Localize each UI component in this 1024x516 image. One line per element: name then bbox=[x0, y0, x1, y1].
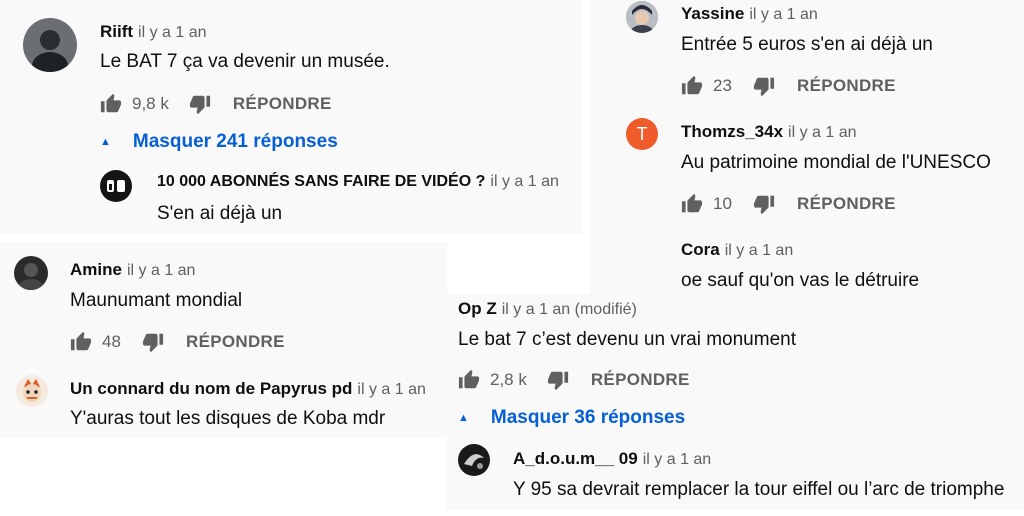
comment-author[interactable]: Amine il y a 1 an bbox=[70, 260, 195, 280]
comment-text: Maunumant mondial bbox=[70, 290, 243, 311]
reply-button[interactable]: RÉPONDRE bbox=[797, 76, 896, 96]
avatar[interactable] bbox=[23, 18, 77, 72]
thumb-up-icon[interactable] bbox=[100, 93, 122, 115]
comment-actions: 48 RÉPONDRE bbox=[70, 330, 285, 354]
comment-time[interactable]: il y a 1 an bbox=[643, 451, 711, 468]
toggle-label: Masquer 241 réponses bbox=[132, 131, 338, 152]
like-count: 48 bbox=[102, 332, 121, 351]
comment-panel-riift: Riift il y a 1 an Le BAT 7 ça va devenir … bbox=[0, 0, 582, 234]
comment-text: Le bat 7 c’est devenu un vrai monument bbox=[458, 329, 796, 350]
comment-actions: 23 RÉPONDRE bbox=[681, 74, 896, 98]
like-count: 10 bbox=[713, 194, 732, 213]
reply-button[interactable]: RÉPONDRE bbox=[186, 332, 285, 352]
comment-text: Y'auras tout les disques de Koba mdr bbox=[70, 408, 386, 429]
comment-text: S'en ai déjà un bbox=[157, 203, 283, 224]
comment-text: Y 95 sa devrait remplacer la tour eiffel… bbox=[513, 479, 1005, 500]
reply-button[interactable]: RÉPONDRE bbox=[233, 94, 332, 114]
comment-time[interactable]: il y a 1 an bbox=[138, 24, 206, 41]
comment-time[interactable]: il y a 1 an bbox=[127, 262, 195, 279]
thumb-down-icon[interactable] bbox=[753, 75, 775, 97]
comment-text: Le BAT 7 ça va devenir un musée. bbox=[100, 51, 390, 72]
like-count: 9,8 k bbox=[132, 94, 169, 113]
comment-actions: 2,8 k RÉPONDRE bbox=[458, 368, 690, 392]
comment-panel-yassine: Yassine il y a 1 an Entrée 5 euros s'en a… bbox=[590, 0, 1024, 296]
avatar[interactable] bbox=[14, 256, 48, 290]
reply-button[interactable]: RÉPONDRE bbox=[591, 370, 690, 390]
comment-text: oe sauf qu'on vas le détruire bbox=[681, 270, 920, 291]
thumb-up-icon[interactable] bbox=[458, 369, 480, 391]
caret-up-icon: ▲ bbox=[100, 136, 111, 148]
hide-replies-button[interactable]: ▲ Masquer 36 réponses bbox=[458, 407, 685, 429]
comment-time[interactable]: il y a 1 an bbox=[490, 173, 558, 190]
toggle-label: Masquer 36 réponses bbox=[490, 407, 686, 428]
comment-author[interactable]: Riift il y a 1 an bbox=[100, 22, 207, 42]
comment-time[interactable]: il y a 1 an bbox=[749, 6, 817, 23]
thumb-down-icon[interactable] bbox=[547, 369, 569, 391]
comment-author[interactable]: Cora il y a 1 an bbox=[681, 240, 793, 260]
avatar[interactable] bbox=[16, 375, 48, 407]
like-count: 23 bbox=[713, 76, 732, 95]
hide-replies-button[interactable]: ▲ Masquer 241 réponses bbox=[100, 131, 338, 153]
thumb-up-icon[interactable] bbox=[70, 331, 92, 353]
comment-text: Entrée 5 euros s'en ai déjà un bbox=[681, 34, 933, 55]
comment-actions: 9,8 k RÉPONDRE bbox=[100, 92, 332, 116]
thumb-down-icon[interactable] bbox=[753, 193, 775, 215]
thumb-down-icon[interactable] bbox=[189, 93, 211, 115]
comment-author[interactable]: Op Zil y a 1 an (modifié) bbox=[458, 299, 637, 319]
caret-up-icon: ▲ bbox=[458, 412, 469, 424]
avatar[interactable] bbox=[458, 444, 490, 476]
comment-time[interactable]: il y a 1 an bbox=[788, 124, 856, 141]
comment-time[interactable]: il y a 1 an bbox=[725, 242, 793, 259]
avatar[interactable]: T bbox=[626, 118, 658, 150]
like-count: 2,8 k bbox=[490, 370, 527, 389]
avatar[interactable] bbox=[626, 1, 658, 33]
comment-panel-amine: Amine il y a 1 an Maunumant mondial 48 RÉ… bbox=[0, 242, 447, 438]
comment-author[interactable]: Yassine il y a 1 an bbox=[681, 4, 818, 24]
reply-button[interactable]: RÉPONDRE bbox=[797, 194, 896, 214]
thumb-down-icon[interactable] bbox=[142, 331, 164, 353]
comment-time[interactable]: il y a 1 an (modifié) bbox=[502, 301, 637, 318]
comment-actions: 10 RÉPONDRE bbox=[681, 192, 896, 216]
thumb-up-icon[interactable] bbox=[681, 75, 703, 97]
comment-author[interactable]: A_d.o.u.m__ 09 il y a 1 an bbox=[513, 449, 711, 469]
comment-author[interactable]: Thomzs_34x il y a 1 an bbox=[681, 122, 857, 142]
comment-panel-opz: Op Zil y a 1 an (modifié) Le bat 7 c’est… bbox=[446, 294, 1024, 510]
comment-text: Au patrimoine mondial de l'UNESCO bbox=[681, 152, 991, 173]
avatar[interactable] bbox=[100, 170, 132, 202]
comment-author[interactable]: 10 000 ABONNÉS SANS FAIRE DE VIDÉO ? il y… bbox=[157, 173, 559, 191]
thumb-up-icon[interactable] bbox=[681, 193, 703, 215]
comment-time[interactable]: il y a 1 an bbox=[357, 381, 425, 398]
comment-author[interactable]: Un connard du nom de Papyrus pd il y a 1 … bbox=[70, 379, 426, 399]
avatar-letter: T bbox=[636, 123, 648, 144]
